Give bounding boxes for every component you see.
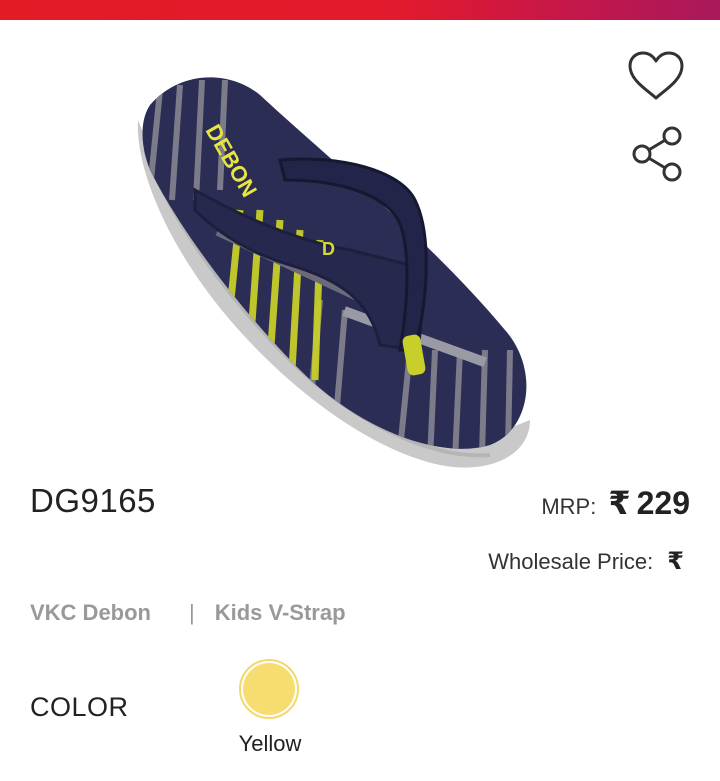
wishlist-heart-button[interactable] xyxy=(624,44,688,108)
brand-name: VKC Debon xyxy=(30,600,151,625)
color-section-label: COLOR xyxy=(30,692,129,722)
color-swatch-yellow[interactable] xyxy=(239,659,299,719)
share-icon xyxy=(632,126,682,182)
svg-text:D: D xyxy=(322,239,335,259)
rupee-symbol: ₹ xyxy=(608,485,631,521)
mrp-label: MRP: xyxy=(541,494,597,519)
wholesale-price: Wholesale Price: ₹ xyxy=(488,547,684,576)
separator: | xyxy=(189,600,195,625)
color-swatch-label: Yellow xyxy=(238,731,302,756)
product-sku: DG9165 xyxy=(30,482,156,519)
brand-category-row: VKC Debon | Kids V-Strap xyxy=(30,600,346,626)
mrp-amount: 229 xyxy=(636,485,690,521)
category-name: Kids V-Strap xyxy=(214,600,346,625)
product-image[interactable]: DEBON D xyxy=(110,50,550,480)
wholesale-rupee-symbol: ₹ xyxy=(667,548,684,575)
wholesale-label: Wholesale Price: xyxy=(488,549,654,574)
share-button[interactable] xyxy=(624,122,688,186)
mrp-price: MRP: ₹229 xyxy=(541,484,690,522)
heart-icon xyxy=(628,51,684,100)
top-accent-bar xyxy=(0,0,720,20)
mrp-value: ₹229 xyxy=(608,484,690,522)
color-swatch-fill xyxy=(243,663,295,715)
